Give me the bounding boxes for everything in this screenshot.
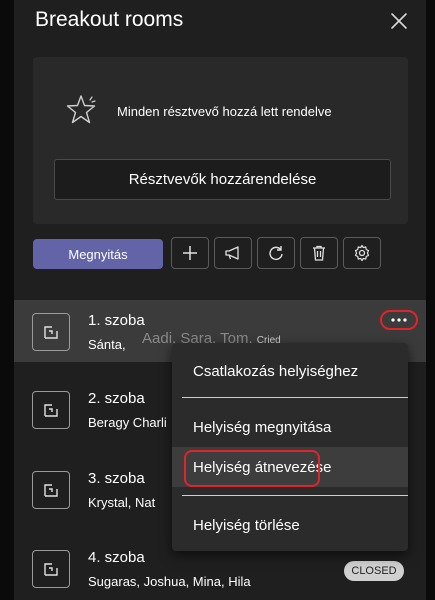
announce-icon	[225, 246, 239, 260]
door-icon	[44, 326, 58, 339]
plus-icon	[183, 246, 197, 260]
delete-icon	[313, 245, 325, 261]
door-icon	[44, 484, 58, 497]
recreate-rooms-button[interactable]	[257, 237, 295, 269]
left-edge	[0, 0, 14, 600]
menu-item-rename-room[interactable]: Helyiség átnevezése	[172, 447, 408, 487]
status-message: Minden résztvevő hozzá lett rendelve	[117, 104, 332, 119]
room-name: 3. szoba	[88, 470, 145, 487]
open-rooms-button[interactable]: Megnyitás	[33, 239, 163, 269]
star-icon	[66, 95, 96, 124]
room-icon	[32, 550, 70, 588]
more-icon	[391, 318, 407, 322]
panel-title: Breakout rooms	[35, 8, 184, 31]
door-icon	[44, 404, 58, 417]
delete-rooms-button[interactable]	[300, 237, 338, 269]
menu-item-rename-label: Helyiség átnevezése	[193, 458, 332, 476]
status-badge: CLOSED	[344, 561, 404, 581]
room-icon	[32, 391, 70, 429]
door-icon	[44, 563, 58, 576]
room-context-menu: Csatlakozás helyiséghez Helyiség megnyit…	[172, 343, 408, 551]
room-members: Beragy Charli	[88, 415, 167, 430]
assignment-status-card: Minden résztvevő hozzá lett rendelve Rés…	[33, 57, 408, 224]
room-members: Krystal, Nat	[88, 495, 156, 510]
add-room-button[interactable]	[171, 237, 209, 269]
menu-item-delete-room[interactable]: Helyiség törlése	[172, 505, 408, 545]
room-icon	[32, 313, 70, 351]
announcement-button[interactable]	[214, 237, 252, 269]
settings-icon	[354, 244, 370, 262]
room-members: Sánta,	[88, 337, 126, 352]
room-settings-button[interactable]	[343, 237, 381, 269]
room-name: 1. szoba	[88, 312, 145, 329]
more-options-button[interactable]	[380, 310, 418, 330]
room-members: Sugaras, Joshua, Mina, Hila	[88, 574, 251, 589]
menu-divider	[182, 397, 408, 398]
menu-item-open-room[interactable]: Helyiség megnyitása	[172, 407, 408, 447]
right-edge	[426, 0, 435, 600]
room-name: 4. szoba	[88, 549, 145, 566]
assign-participants-button[interactable]: Résztvevők hozzárendelése	[54, 159, 391, 200]
menu-divider	[182, 495, 408, 496]
room-name: 2. szoba	[88, 390, 145, 407]
close-icon	[391, 13, 407, 29]
menu-item-join-room[interactable]: Csatlakozás helyiséghez	[172, 351, 408, 391]
room-icon	[32, 471, 70, 509]
recreate-icon	[269, 246, 283, 260]
close-button[interactable]	[388, 10, 410, 32]
